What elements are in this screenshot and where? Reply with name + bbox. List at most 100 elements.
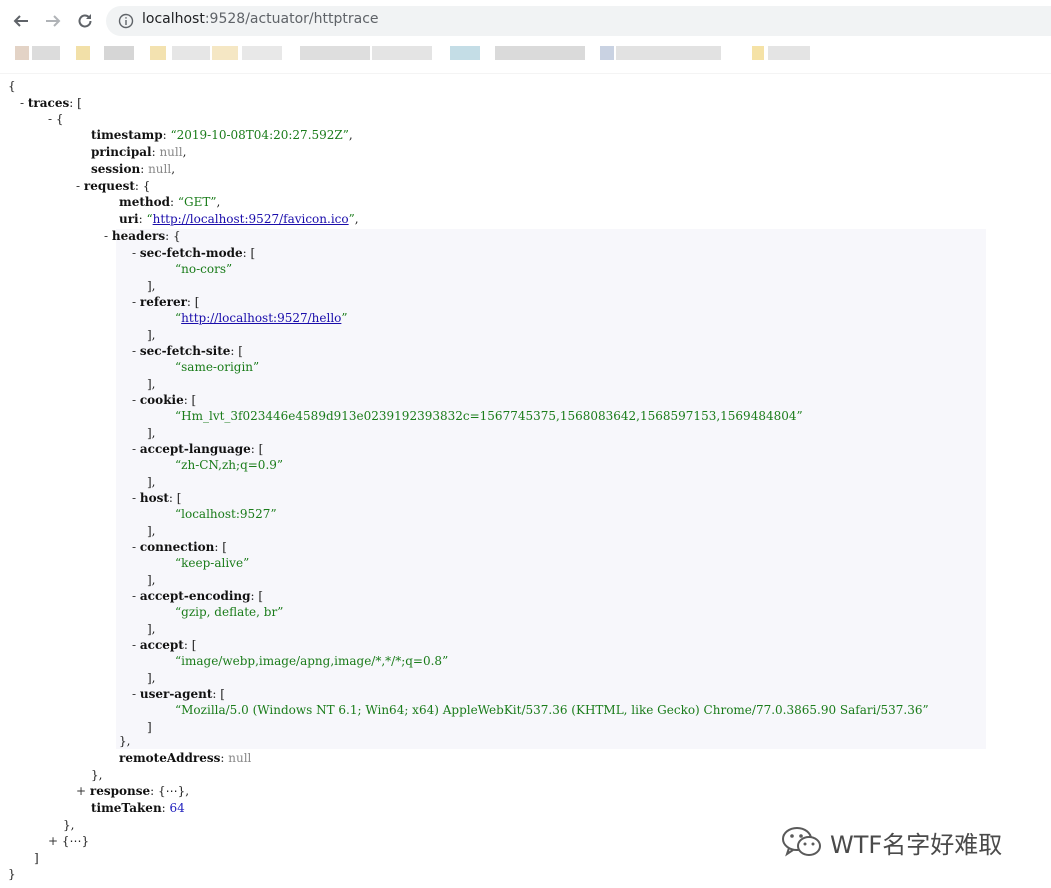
header-array-close: ] bbox=[147, 720, 152, 734]
reload-icon bbox=[78, 14, 92, 28]
collapse-toggle[interactable]: - bbox=[48, 112, 56, 126]
reload-button[interactable] bbox=[72, 8, 98, 34]
back-button[interactable] bbox=[8, 8, 34, 34]
collapsed-object[interactable]: {⋯} bbox=[62, 834, 89, 848]
header-key: cookie bbox=[139, 393, 184, 407]
blurred-bookmark[interactable] bbox=[212, 46, 238, 60]
header-value-row: “image/webp,image/apng,image/*,*/*;q=0.8… bbox=[175, 654, 449, 668]
collapse-toggle[interactable]: - bbox=[132, 638, 140, 652]
blurred-bookmark[interactable] bbox=[495, 46, 585, 60]
header-value: zh-CN,zh;q=0.9 bbox=[181, 458, 277, 472]
header-value: same-origin bbox=[181, 360, 254, 374]
header-key: user-agent bbox=[139, 687, 213, 701]
blurred-bookmark[interactable] bbox=[150, 46, 166, 60]
address-bar[interactable]: localhost:9528/actuator/httptrace bbox=[106, 6, 1051, 36]
header-key-row: - host: [ bbox=[132, 491, 182, 505]
header-key-row: - sec-fetch-site: [ bbox=[132, 344, 243, 358]
blurred-bookmark[interactable] bbox=[32, 46, 60, 60]
collapse-toggle[interactable]: - bbox=[132, 687, 140, 701]
header-array-close: ], bbox=[147, 622, 156, 636]
blurred-bookmark[interactable] bbox=[104, 46, 134, 60]
url-text[interactable]: localhost:9528/actuator/httptrace bbox=[142, 11, 379, 27]
url-path: :9528/actuator/httptrace bbox=[204, 11, 379, 27]
blurred-bookmark[interactable] bbox=[242, 46, 282, 60]
header-value-row: “same-origin” bbox=[175, 360, 260, 374]
collapsed-object[interactable]: {⋯} bbox=[158, 784, 185, 798]
collapse-toggle[interactable]: - bbox=[132, 393, 140, 407]
header-value: keep-alive bbox=[181, 556, 244, 570]
header-array-close: ], bbox=[147, 671, 156, 685]
info-icon[interactable] bbox=[118, 13, 134, 29]
header-key-row: - cookie: [ bbox=[132, 393, 197, 407]
blurred-bookmark[interactable] bbox=[616, 46, 721, 60]
remote-address-key: remoteAddress bbox=[119, 751, 221, 765]
header-array-close: ], bbox=[147, 524, 156, 538]
header-key-row: - accept: [ bbox=[132, 638, 197, 652]
header-key-row: - user-agent: [ bbox=[132, 687, 225, 701]
blurred-bookmark[interactable] bbox=[752, 46, 764, 60]
blurred-bookmark[interactable] bbox=[768, 46, 810, 60]
trace-close: }, bbox=[63, 818, 75, 832]
time-taken-key: timeTaken bbox=[91, 801, 162, 815]
collapsed-trace-row: + {⋯} bbox=[48, 833, 89, 850]
forward-button[interactable] bbox=[40, 8, 66, 34]
remote-address-value: null bbox=[228, 751, 252, 765]
blurred-bookmark[interactable] bbox=[600, 46, 614, 60]
header-key: host bbox=[139, 491, 169, 505]
collapse-toggle[interactable]: - bbox=[132, 540, 140, 554]
header-key-row: - referer: [ bbox=[132, 295, 200, 309]
header-value: image/webp,image/apng,image/*,*/*;q=0.8 bbox=[181, 654, 443, 668]
response-row: + response: {⋯}, bbox=[76, 784, 190, 798]
blurred-bookmark[interactable] bbox=[450, 46, 480, 60]
watermark: WTF名字好难取 bbox=[780, 818, 1040, 866]
header-key: connection bbox=[139, 540, 215, 554]
response-key: response bbox=[89, 784, 151, 798]
header-key: accept-language bbox=[139, 442, 251, 456]
blurred-bookmark[interactable] bbox=[15, 46, 29, 60]
header-array-close: ], bbox=[147, 328, 156, 342]
timestamp-value: “2019-10-08T04:20:27.592Z” bbox=[170, 128, 349, 142]
collapse-toggle[interactable]: - bbox=[132, 491, 140, 505]
blurred-bookmark[interactable] bbox=[372, 46, 432, 60]
collapse-toggle[interactable]: - bbox=[132, 344, 140, 358]
watermark-text: WTF名字好难取 bbox=[830, 830, 1003, 859]
collapse-toggle[interactable]: - bbox=[132, 295, 140, 309]
collapse-toggle[interactable]: - bbox=[104, 229, 112, 243]
header-value: Mozilla/5.0 (Windows NT 6.1; Win64; x64)… bbox=[181, 703, 923, 717]
header-value: no-cors bbox=[181, 262, 226, 276]
browser-toolbar: localhost:9528/actuator/httptrace bbox=[0, 0, 1051, 42]
traces-close: ] bbox=[34, 851, 39, 865]
header-value: Hm_lvt_3f023446e4589d913e0239192393832c=… bbox=[181, 409, 797, 423]
headers-row: - headers: { bbox=[104, 229, 181, 243]
headers-close: }, bbox=[119, 734, 131, 748]
blurred-bookmark[interactable] bbox=[172, 46, 210, 60]
arrow-right-icon bbox=[46, 15, 61, 27]
trace-open-row: - { bbox=[48, 112, 64, 126]
header-key: sec-fetch-site bbox=[139, 344, 231, 358]
collapse-toggle[interactable]: - bbox=[132, 442, 140, 456]
collapse-toggle[interactable]: - bbox=[76, 179, 84, 193]
header-value-row: “keep-alive” bbox=[175, 556, 250, 570]
expand-toggle[interactable]: + bbox=[48, 834, 62, 848]
method-key: method bbox=[119, 195, 170, 209]
request-row: - request: { bbox=[76, 179, 151, 193]
header-value: gzip, deflate, br bbox=[181, 605, 278, 619]
header-key-row: - connection: [ bbox=[132, 540, 227, 554]
uri-link[interactable]: http://localhost:9527/favicon.ico bbox=[153, 212, 349, 226]
root-close-brace: } bbox=[8, 867, 16, 881]
time-taken-row: timeTaken: 64 bbox=[91, 801, 185, 815]
header-value-row: “http://localhost:9527/hello” bbox=[175, 311, 348, 325]
blurred-bookmark[interactable] bbox=[76, 46, 90, 60]
header-value[interactable]: http://localhost:9527/hello bbox=[181, 311, 341, 325]
collapse-toggle[interactable]: - bbox=[20, 96, 28, 110]
header-array-close: ], bbox=[147, 426, 156, 440]
header-key: sec-fetch-mode bbox=[139, 246, 243, 260]
expand-toggle[interactable]: + bbox=[76, 784, 90, 798]
blurred-bookmark[interactable] bbox=[300, 46, 370, 60]
traces-key: traces bbox=[27, 96, 70, 110]
header-value: localhost:9527 bbox=[181, 507, 271, 521]
collapse-toggle[interactable]: - bbox=[132, 246, 140, 260]
timestamp-key: timestamp bbox=[91, 128, 163, 142]
collapse-toggle[interactable]: - bbox=[132, 589, 140, 603]
header-key: accept bbox=[139, 638, 184, 652]
